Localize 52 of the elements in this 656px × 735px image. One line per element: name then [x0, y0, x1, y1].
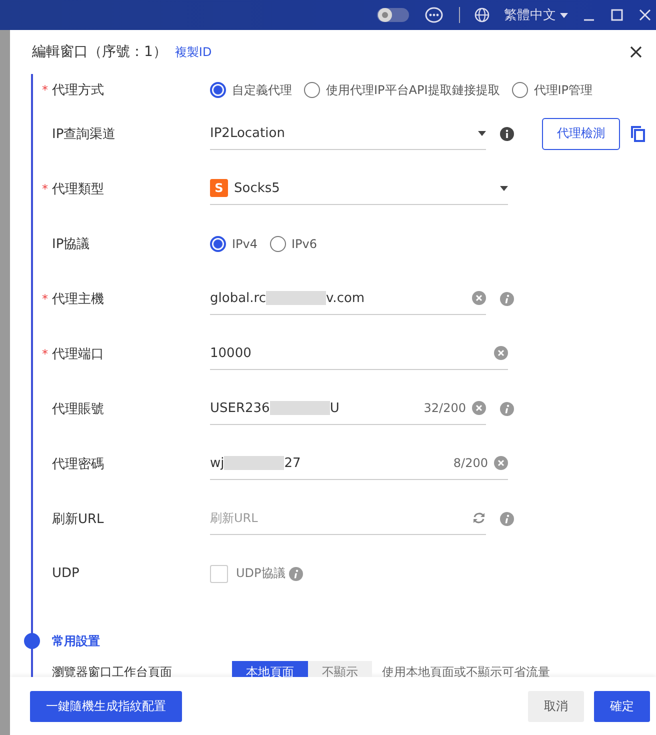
udp-checkbox[interactable]: UDP協議	[210, 564, 286, 582]
globe-icon	[474, 7, 490, 23]
section-title: 常用設置	[52, 632, 100, 650]
clear-icon[interactable]	[472, 401, 486, 415]
field-label: 瀏覽器窗口工作台頁面	[52, 664, 173, 677]
clear-icon[interactable]	[494, 346, 508, 360]
required-mark: *	[42, 292, 49, 306]
input-field[interactable]: USER236 U 32/200	[210, 392, 486, 424]
field-label: 代理主機	[52, 290, 104, 308]
step-dot	[24, 633, 40, 649]
caret-icon	[500, 186, 508, 190]
radio-option[interactable]: 代理IP管理	[512, 82, 593, 98]
caret-icon	[560, 12, 568, 18]
radio-option[interactable]: IPv6	[270, 236, 318, 252]
field-label: 刷新URL	[52, 510, 104, 528]
generate-fingerprint-button[interactable]: 一鍵隨機生成指紋配置	[30, 690, 182, 722]
input-field[interactable]: 10000	[210, 338, 508, 370]
field-label: 代理類型	[52, 180, 104, 198]
field-label: UDP	[52, 566, 80, 581]
input-field[interactable]: global.rc v.com	[210, 282, 486, 314]
chat-icon[interactable]	[423, 5, 445, 25]
input-field[interactable]: wj 27 8/200	[210, 448, 508, 480]
socks-icon: S	[210, 179, 228, 197]
radio-option[interactable]: 自定義代理	[210, 82, 292, 98]
field-label: IP協議	[52, 236, 90, 252]
select-field[interactable]: IP2Location	[210, 118, 486, 150]
language-dropdown[interactable]: 繁體中文	[504, 6, 568, 24]
clear-icon[interactable]	[472, 291, 486, 305]
maximize-icon[interactable]	[610, 8, 624, 22]
dialog-title: 編輯窗口（序號：1）	[32, 43, 167, 61]
required-mark: *	[42, 346, 49, 360]
proxy-check-button[interactable]: 代理檢測	[542, 118, 620, 150]
caret-icon	[478, 130, 486, 136]
required-mark: *	[42, 182, 49, 196]
confirm-button[interactable]: 確定	[594, 690, 650, 722]
field-label: 代理端口	[52, 346, 104, 362]
segment-button[interactable]: 本地頁面	[232, 661, 308, 677]
copy-icon[interactable]	[630, 124, 646, 142]
radio-option[interactable]: IPv4	[210, 236, 258, 252]
clear-icon[interactable]	[494, 456, 508, 470]
field-label: 代理密碼	[52, 456, 104, 472]
required-mark: *	[42, 83, 49, 97]
cancel-button[interactable]: 取消	[528, 690, 584, 722]
field-label: 代理賬號	[52, 400, 104, 418]
close-icon[interactable]	[630, 46, 642, 58]
field-label: 代理方式	[52, 82, 104, 99]
theme-toggle[interactable]	[377, 7, 409, 23]
refresh-icon[interactable]	[472, 511, 486, 525]
field-label: IP查詢渠道	[52, 126, 116, 142]
radio-option[interactable]: 使用代理IP平台API提取鏈接提取	[304, 82, 500, 98]
copy-id-link[interactable]: 複製ID	[174, 44, 212, 60]
select-field[interactable]: S Socks5	[210, 172, 508, 204]
